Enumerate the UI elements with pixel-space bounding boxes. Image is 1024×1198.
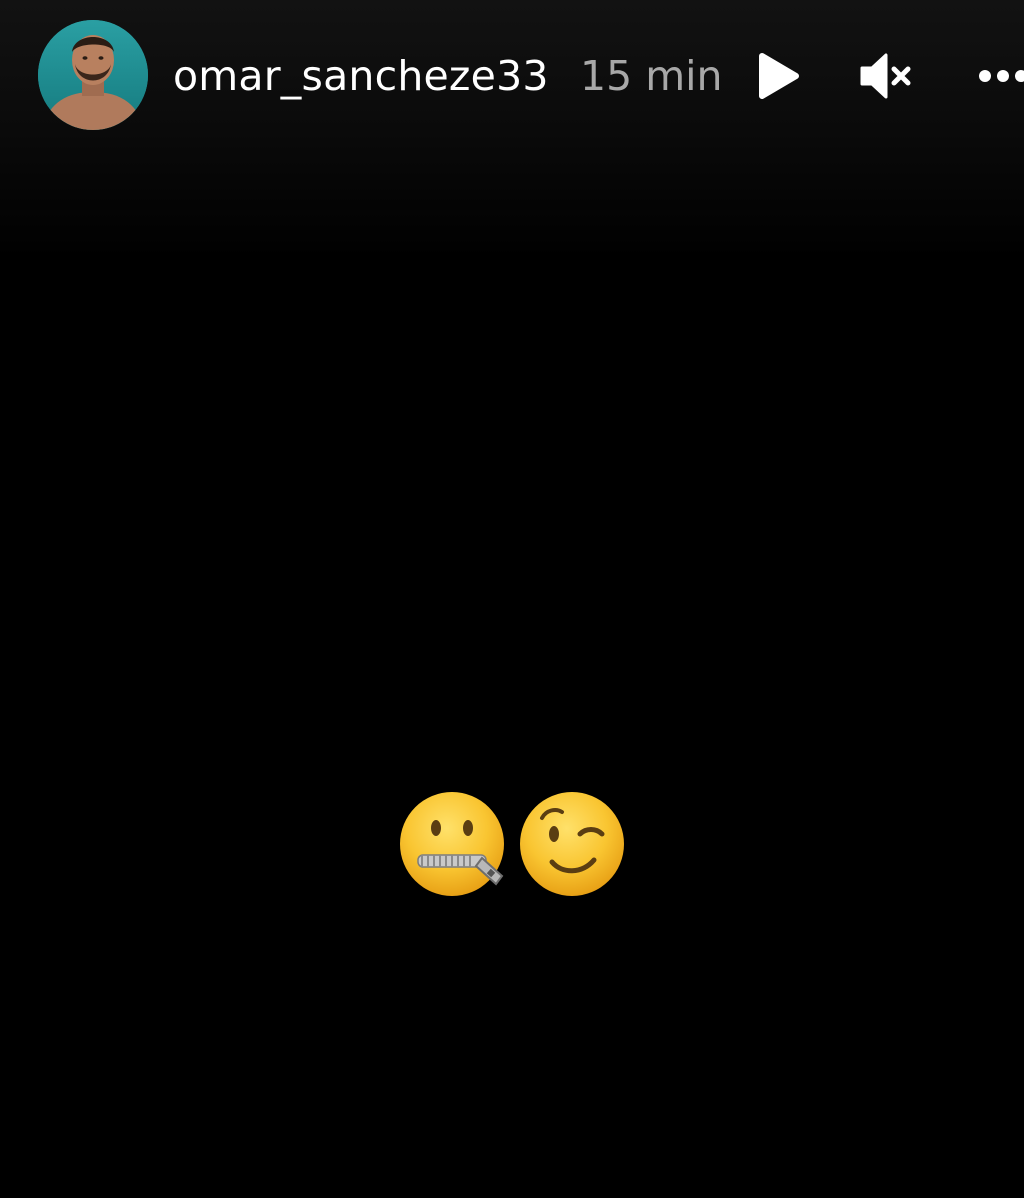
zipper-mouth-face-icon [400,792,504,896]
winking-face-icon [520,792,624,896]
play-icon [759,53,799,99]
story-emoji-row [396,788,632,904]
more-options-button[interactable] [972,46,1024,106]
story-header: omar_sancheze33 15 min [0,0,1024,150]
username[interactable]: omar_sancheze33 [173,50,549,102]
avatar[interactable] [38,20,148,130]
avatar-photo [38,20,148,130]
volume-muted-icon [860,53,911,99]
story-viewer: omar_sancheze33 15 min [0,0,1024,1198]
timestamp: 15 min [580,52,723,100]
more-options-icon [979,70,1024,82]
mute-button[interactable] [854,46,914,106]
play-button[interactable] [748,46,808,106]
